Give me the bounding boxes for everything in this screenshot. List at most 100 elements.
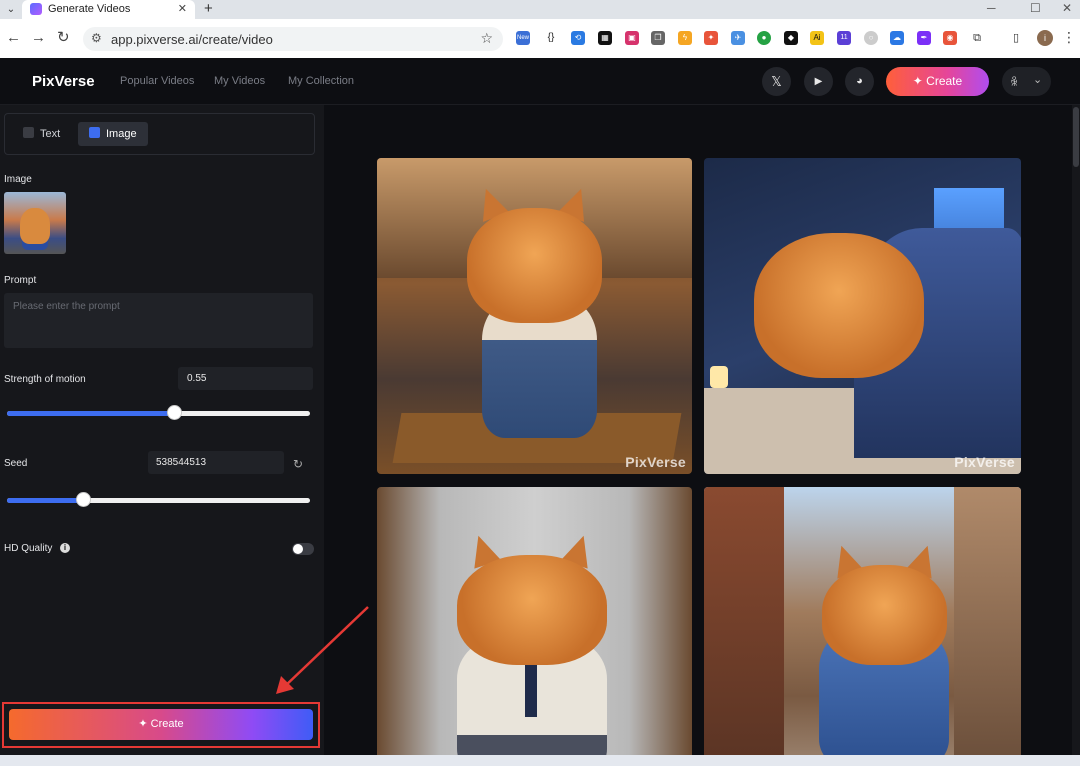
nav-my-collection[interactable]: My Collection — [288, 75, 354, 87]
profile-avatar[interactable]: i — [1037, 30, 1053, 46]
extension-grid-icon[interactable]: ▣ — [625, 31, 639, 45]
chevron-down-icon: ⌄ — [1033, 74, 1043, 86]
card-2-watermark: PixVerse — [954, 454, 1015, 470]
browser-menu-icon[interactable]: ⋮ — [1062, 29, 1076, 46]
mode-text-label: Text — [40, 128, 61, 140]
bedside-lamp — [710, 366, 728, 388]
extension-chat-icon[interactable]: ● — [757, 31, 771, 45]
extension-counter-icon[interactable]: 11 — [837, 31, 851, 45]
tab-close-icon[interactable]: ✕ — [178, 2, 187, 15]
seed-slider[interactable] — [7, 492, 310, 507]
nav-popular-videos[interactable]: Popular Videos — [120, 75, 194, 87]
reload-icon[interactable]: ↻ — [57, 29, 70, 47]
extension-new-icon[interactable]: New — [516, 31, 530, 45]
gallery-card-2[interactable]: PixVerse — [704, 158, 1021, 474]
x-twitter-icon[interactable]: 𝕏 — [762, 67, 791, 96]
user-icon: ꆜ — [1010, 77, 1019, 89]
youtube-icon[interactable]: ▶ — [804, 67, 833, 96]
app-header: PixVerse Popular Videos My Videos My Col… — [0, 58, 1080, 105]
text-mode-icon — [23, 127, 34, 138]
hd-quality-toggle[interactable] — [292, 543, 314, 555]
maximize-icon[interactable]: ☐ — [1030, 1, 1041, 15]
mode-text-tab[interactable]: Text — [15, 122, 69, 146]
extensions-puzzle-icon[interactable]: ⧉ — [970, 31, 984, 45]
sidebar-create-label: Create — [150, 718, 184, 730]
gallery-scrollbar[interactable] — [1072, 105, 1080, 755]
motion-slider-fill — [7, 411, 174, 416]
extension-ai-icon[interactable]: Ai — [810, 31, 824, 45]
seed-slider-handle[interactable] — [76, 492, 91, 507]
thumbnail-cat-head — [20, 208, 50, 244]
seed-value-input[interactable]: 538544513 — [148, 451, 284, 474]
mode-image-tab[interactable]: Image — [78, 122, 148, 146]
info-icon[interactable]: i — [60, 543, 70, 553]
header-create-button[interactable]: ✦ Create — [886, 67, 989, 96]
tab-title: Generate Videos — [48, 3, 131, 15]
extension-board-icon[interactable]: ▦ — [598, 31, 612, 45]
new-tab-icon[interactable]: + — [204, 0, 213, 18]
right-building — [954, 487, 1021, 766]
header-create-label: Create — [926, 74, 963, 88]
motion-slider[interactable] — [7, 405, 310, 420]
extension-cloud-icon[interactable]: ☁ — [890, 31, 904, 45]
extension-circle-icon[interactable]: ○ — [864, 31, 878, 45]
sparkle-icon: ✦ — [912, 74, 927, 88]
extension-json-icon[interactable]: {} — [544, 31, 558, 45]
url-text: app.pixverse.ai/create/video — [111, 32, 273, 47]
extension-sync-icon[interactable]: ⟲ — [571, 31, 585, 45]
prompt-placeholder: Please enter the prompt — [13, 301, 120, 312]
window-close-icon[interactable]: ✕ — [1062, 1, 1072, 15]
image-label: Image — [4, 174, 32, 185]
extension-plane-icon[interactable]: ✈ — [731, 31, 745, 45]
refresh-seed-icon[interactable]: ↻ — [293, 457, 303, 471]
card-1-watermark: PixVerse — [625, 454, 686, 470]
nav-my-videos[interactable]: My Videos — [214, 75, 265, 87]
sparkle-icon: ✦ — [138, 718, 151, 730]
video-gallery: PixVerse PixVerse — [324, 105, 1080, 766]
extension-copy-icon[interactable]: ❐ — [651, 31, 665, 45]
pixverse-logo[interactable]: PixVerse — [32, 73, 95, 90]
extension-pin-icon[interactable]: ✦ — [704, 31, 718, 45]
site-info-icon[interactable]: ⚙ — [91, 31, 102, 45]
mode-image-label: Image — [106, 128, 137, 140]
bookmark-star-icon[interactable]: ☆ — [480, 30, 493, 47]
pixverse-favicon-icon — [30, 3, 42, 15]
scrollbar-thumb[interactable] — [1073, 107, 1079, 167]
minimize-icon[interactable]: ─ — [987, 1, 996, 15]
sidebar-create-button[interactable]: ✦ Create — [9, 709, 313, 740]
gallery-card-1[interactable]: PixVerse — [377, 158, 692, 474]
card-4-cat-head — [822, 565, 947, 665]
toggle-knob — [293, 544, 303, 554]
left-building — [704, 487, 784, 766]
forward-icon[interactable]: → — [31, 29, 46, 47]
extension-bolt-icon[interactable]: ϟ — [678, 31, 692, 45]
address-bar[interactable]: ⚙ app.pixverse.ai/create/video ☆ — [83, 27, 503, 51]
card-3-cat-head — [457, 555, 607, 665]
browser-tab-bar: ⌄ Generate Videos ✕ + ─ ☐ ✕ — [0, 0, 1080, 19]
back-icon[interactable]: ← — [6, 29, 21, 47]
extension-capture-icon[interactable]: ◉ — [943, 31, 957, 45]
extension-dark-icon[interactable]: ◆ — [784, 31, 798, 45]
side-panel-icon[interactable]: ▯ — [1009, 31, 1023, 45]
gallery-card-4[interactable] — [704, 487, 1021, 766]
prompt-label: Prompt — [4, 275, 37, 286]
uploaded-image-thumbnail[interactable] — [4, 192, 66, 254]
user-menu[interactable]: ꆜ ⌄ — [1002, 67, 1051, 96]
prompt-input[interactable]: Please enter the prompt — [4, 293, 313, 348]
hd-quality-label: HD Quality — [4, 543, 53, 554]
browser-toolbar: ← → ↻ ⚙ app.pixverse.ai/create/video ☆ N… — [0, 19, 1080, 59]
card-2-cat-head — [754, 233, 924, 378]
gallery-card-3[interactable] — [377, 487, 692, 766]
os-taskbar — [0, 755, 1080, 766]
extension-feather-icon[interactable]: ✒ — [917, 31, 931, 45]
create-button-highlight: ✦ Create — [2, 702, 320, 748]
browser-tab[interactable]: Generate Videos ✕ — [22, 0, 195, 19]
mode-switch: Text Image — [4, 113, 315, 155]
motion-value-input[interactable]: 0.55 — [178, 367, 313, 390]
create-sidebar: Text Image Image Prompt Please enter the… — [0, 105, 324, 766]
discord-icon[interactable]: ◕ — [845, 67, 874, 96]
seed-label: Seed — [4, 458, 28, 469]
motion-slider-handle[interactable] — [167, 405, 182, 420]
seed-slider-fill — [7, 498, 83, 503]
tab-search-chevron-icon[interactable]: ⌄ — [3, 2, 19, 17]
